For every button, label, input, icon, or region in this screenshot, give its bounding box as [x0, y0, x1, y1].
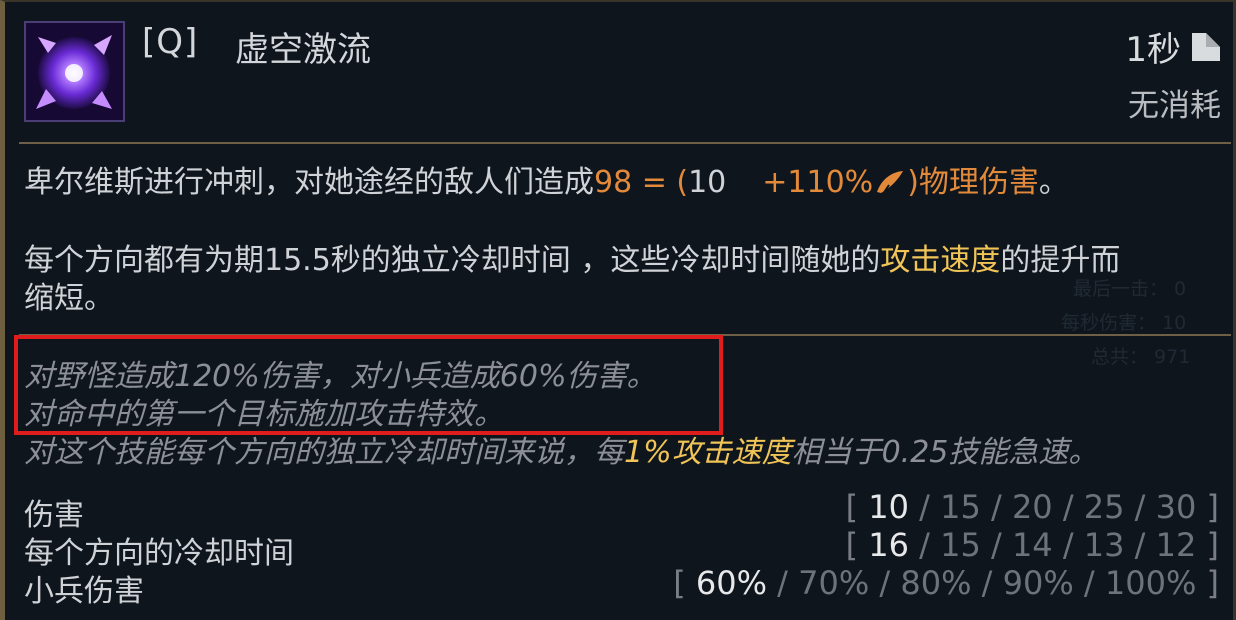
description-text: 卑尔维斯进行冲刺，对她途经的敌人们造成	[24, 165, 594, 200]
ability-tooltip: 最后一击： 0 每秒伤害： 10 总共： 971 [Q] 虚空激流 1秒 无消耗…	[0, 0, 1236, 620]
damage-total: 98 = (	[594, 165, 689, 200]
description-line-1: 卑尔维斯进行冲刺，对她途经的敌人们造成98 = (10 +110% )物理伤害。	[24, 165, 1069, 200]
void-vortex-icon	[24, 21, 125, 122]
stat-label-minion-damage: 小兵伤害	[24, 574, 144, 609]
note-ability-haste: 对这个技能每个方向的独立冷却时间来说，每1%攻击速度相当于0.25技能急速。	[24, 435, 1099, 470]
cooldown-value: 1秒	[1125, 30, 1181, 70]
ability-name: 虚空激流	[235, 30, 371, 70]
attack-damage-icon	[877, 171, 904, 195]
cooldown-clock-icon	[1192, 32, 1220, 61]
description-line-2: 每个方向都有为期15.5秒的独立冷却时间 ，这些冷却时间随她的攻击速度的提升而	[24, 243, 1121, 278]
damage-type: )物理伤害	[907, 165, 1039, 200]
resource-cost: 无消耗	[1128, 88, 1221, 124]
stat-values-damage: [ 10 / 15 / 20 / 25 / 30 ]	[845, 488, 1219, 526]
stat-values-cooldown: [ 16 / 15 / 14 / 13 / 12 ]	[845, 526, 1219, 564]
keyword-attack-speed-percent: 1%攻击速度	[624, 435, 792, 470]
hotkey-label: [Q]	[142, 22, 199, 62]
keyword-attack-speed: 攻击速度	[880, 243, 1001, 278]
header-divider	[19, 142, 1231, 144]
overlay-dps: 每秒伤害： 10	[1061, 312, 1187, 334]
stat-values-minion-damage: [ 60% / 70% / 80% / 90% / 100% ]	[673, 564, 1219, 602]
description-line-3: 缩短。	[24, 281, 114, 316]
tooltip-header: [Q] 虚空激流 1秒 无消耗	[5, 2, 1235, 142]
damage-base: 10	[688, 165, 727, 200]
highlight-box	[14, 335, 723, 435]
damage-scaling: +110%	[762, 165, 874, 200]
overlay-total: 总共： 971	[1091, 346, 1191, 368]
cooldown-group: 1秒	[1125, 22, 1221, 71]
